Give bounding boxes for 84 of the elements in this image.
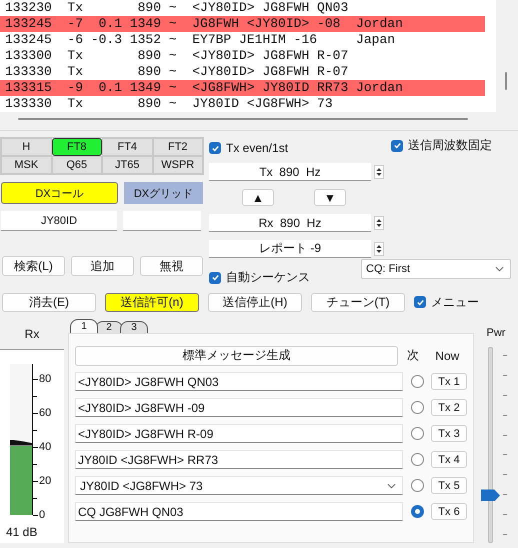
message-field[interactable]: <JY80ID> JG8FWH QN03 — [75, 372, 403, 391]
action-button[interactable]: チューン(T) — [311, 292, 405, 312]
dx-call-field[interactable]: JY80ID — [1, 211, 117, 231]
checkmark-icon — [392, 141, 402, 150]
checkmark-icon — [210, 144, 220, 152]
decode-row[interactable]: 133330 Tx 890 ~ <JY80ID> JG8FWH R-07 — [0, 64, 485, 80]
caret-icon — [495, 266, 504, 272]
rx-label: Rx — [24, 327, 40, 343]
checkbox-label: 送信周波数固定 — [408, 137, 492, 154]
action-button[interactable]: 送信許可(n) — [105, 292, 199, 312]
message-dropdown[interactable]: JY80ID <JG8FWH> 73 — [75, 476, 403, 495]
dx-call-button[interactable]: DXコール — [1, 182, 118, 204]
checkmark-icon — [416, 298, 424, 306]
message-tab[interactable]: 3 — [120, 321, 148, 333]
tx-button[interactable]: Tx 6 — [431, 503, 467, 520]
lookup-button[interactable]: 追加 — [71, 256, 134, 276]
arrow-button[interactable]: ▲ — [242, 189, 274, 206]
power-slider[interactable] — [482, 347, 510, 543]
checkbox[interactable] — [209, 142, 221, 154]
mode-button[interactable]: FT4 — [102, 138, 152, 156]
arrow-button[interactable]: ▼ — [314, 189, 346, 206]
spin-arrows-icon[interactable] — [374, 216, 384, 230]
mode-button[interactable]: H — [1, 138, 52, 156]
checkmark-icon — [210, 273, 220, 282]
now-header: Now — [434, 348, 460, 362]
radio-button[interactable] — [411, 427, 424, 440]
scrollbar-thumb[interactable] — [18, 118, 468, 120]
slider-thumb[interactable] — [481, 489, 500, 502]
mode-button[interactable]: WSPR — [152, 156, 203, 174]
power-label: Pwr — [486, 327, 506, 339]
decode-row[interactable]: 133245 -6 -0.3 1352 ~ EY7BP JE1HIM -16 Japan — [0, 32, 485, 48]
decode-row[interactable]: 133230 Tx 890 ~ <JY80ID> JG8FWH QN03 — [0, 0, 485, 16]
checkbox-label: 自動シーケンス — [226, 269, 310, 286]
report-field[interactable]: レポート -9 — [209, 240, 371, 258]
mode-button[interactable]: MSK — [1, 156, 52, 174]
mode-button[interactable]: JT65 — [102, 156, 152, 174]
decode-row[interactable]: 133245 -7 0.1 1349 ~ JG8FWH <JY80ID> -08 Jordan — [0, 16, 485, 32]
message-field[interactable]: <JY80ID> JG8FWH R-09 — [75, 424, 403, 443]
scrollbar-thumb[interactable] — [505, 72, 507, 90]
dx-grid-button[interactable]: DXグリッド — [124, 182, 203, 204]
mode-button[interactable]: Q65 — [52, 156, 102, 174]
generate-messages-button[interactable]: 標準メッセージ生成 — [75, 346, 398, 366]
next-header: 次 — [406, 347, 420, 364]
lookup-button[interactable]: 検索(L) — [2, 256, 65, 276]
checkbox-label: メニュー — [431, 294, 479, 310]
scale-label: 80 — [39, 373, 52, 385]
tx-frequency-field[interactable]: Tx 890 Hz — [209, 163, 371, 181]
scale-label: 0 — [39, 509, 46, 521]
checkbox-label: Tx even/1st — [226, 141, 288, 155]
tx-button[interactable]: Tx 2 — [431, 399, 467, 416]
spin-arrows-icon[interactable] — [374, 242, 384, 256]
radio-button[interactable] — [411, 453, 424, 466]
decode-row[interactable]: 133330 Tx 890 ~ JY80ID <JG8FWH> 73 — [0, 96, 485, 112]
message-tab[interactable]: 1 — [70, 319, 98, 333]
tx-button[interactable]: Tx 5 — [431, 477, 467, 494]
lookup-button[interactable]: 無視 — [140, 256, 203, 276]
mode-button[interactable]: FT2 — [152, 138, 203, 156]
radio-button[interactable] — [411, 401, 424, 414]
radio-button[interactable] — [411, 479, 424, 492]
tx-button[interactable]: Tx 4 — [431, 451, 467, 468]
tx-button[interactable]: Tx 3 — [431, 425, 467, 442]
caret-icon — [387, 482, 396, 488]
rx-frequency-field[interactable]: Rx 890 Hz — [209, 214, 371, 232]
checkbox[interactable] — [391, 140, 403, 152]
mode-button[interactable]: FT8 — [52, 138, 102, 156]
scale-label: 20 — [39, 475, 52, 487]
signal-reading: 41 dB — [6, 525, 38, 539]
scale-label: 60 — [39, 407, 52, 419]
checkbox[interactable] — [414, 296, 426, 308]
tx-button[interactable]: Tx 1 — [431, 373, 467, 390]
action-button[interactable]: 送信停止(H) — [208, 292, 302, 312]
message-field[interactable]: <JY80ID> JG8FWH -09 — [75, 398, 403, 417]
radio-button[interactable] — [411, 505, 424, 518]
decode-row[interactable]: 133315 -9 0.1 1349 ~ <JG8FWH> JY80ID RR73 Jordan — [0, 80, 485, 96]
dx-grid-field[interactable] — [123, 211, 201, 231]
radio-button[interactable] — [411, 375, 424, 388]
checkbox[interactable] — [209, 272, 221, 284]
spin-arrows-icon[interactable] — [374, 165, 384, 179]
message-field[interactable]: JY80ID <JG8FWH> RR73 — [75, 450, 403, 469]
decode-row[interactable]: 133300 Tx 890 ~ <JY80ID> JG8FWH R-07 — [0, 48, 485, 64]
message-field[interactable]: CQ JG8FWH QN03 — [75, 502, 403, 521]
action-button[interactable]: 消去(E) — [2, 292, 96, 312]
scale-label: 40 — [39, 441, 52, 453]
cq-dropdown[interactable]: CQ: First — [361, 259, 511, 279]
